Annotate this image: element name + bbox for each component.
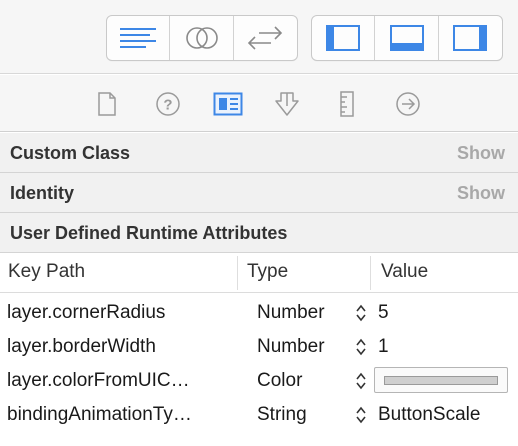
tab-file-inspector[interactable] [91, 89, 123, 119]
value-cell[interactable]: ButtonScale [378, 398, 513, 432]
svg-text:?: ? [163, 97, 172, 114]
assistant-editor-button[interactable] [170, 16, 234, 60]
version-editor-button[interactable] [234, 16, 297, 60]
type-cell: Number [257, 336, 325, 357]
right-panel-icon [453, 25, 488, 51]
type-cell: Number [257, 302, 325, 323]
section-title: User Defined Runtime Attributes [10, 223, 288, 243]
quick-help-icon: ? [156, 92, 180, 116]
color-swatch [384, 376, 498, 385]
column-divider[interactable] [237, 256, 238, 290]
type-cell: Color [257, 370, 303, 391]
table-row[interactable]: bindingAnimationTy… String ButtonScale [0, 398, 518, 432]
key-path-cell[interactable]: layer.colorFromUIC… [7, 364, 239, 398]
type-popup-chevrons-icon[interactable] [354, 405, 368, 425]
file-inspector-icon [98, 92, 116, 116]
panel-visibility-segmented-control [311, 15, 503, 61]
inspector-tab-bar: ? [0, 75, 518, 132]
value-cell[interactable]: 1 [378, 330, 513, 364]
bottom-panel-icon [389, 25, 424, 51]
show-button[interactable]: Show [457, 133, 505, 173]
column-header-value[interactable]: Value [381, 253, 428, 293]
editor-toolbar [0, 0, 518, 74]
size-inspector-icon [340, 91, 354, 117]
connections-inspector-icon [396, 92, 420, 116]
tab-connections-inspector[interactable] [392, 89, 424, 119]
key-path-cell[interactable]: layer.cornerRadius [7, 296, 239, 330]
swap-arrows-icon [248, 26, 283, 50]
runtime-attributes-table-header: Key Path Type Value [0, 253, 518, 293]
overlapping-circles-icon [185, 27, 218, 49]
table-row[interactable]: layer.colorFromUIC… Color [0, 364, 518, 398]
tab-identity-inspector[interactable] [212, 89, 244, 119]
column-header-key-path[interactable]: Key Path [8, 253, 85, 293]
toggle-navigator-button[interactable] [312, 16, 376, 60]
tab-quick-help[interactable]: ? [152, 89, 184, 119]
align-left-lines-icon [120, 28, 157, 48]
identity-section-header[interactable]: Identity Show [0, 173, 518, 213]
left-panel-icon [326, 25, 361, 51]
table-row[interactable]: layer.borderWidth Number 1 [0, 330, 518, 364]
section-title: Identity [10, 183, 75, 203]
runtime-attributes-section-header: User Defined Runtime Attributes [0, 213, 518, 253]
section-title: Custom Class [10, 143, 131, 163]
column-divider[interactable] [370, 256, 371, 290]
custom-class-section-header[interactable]: Custom Class Show [0, 133, 518, 173]
toggle-debug-area-button[interactable] [375, 16, 439, 60]
value-cell[interactable]: 5 [378, 296, 513, 330]
type-popup-chevrons-icon[interactable] [354, 303, 368, 323]
tab-attributes-inspector[interactable] [271, 89, 303, 119]
identity-inspector-icon [213, 92, 243, 116]
type-popup-chevrons-icon[interactable] [354, 337, 368, 357]
column-header-type[interactable]: Type [247, 253, 288, 293]
key-path-cell[interactable]: layer.borderWidth [7, 330, 239, 364]
key-path-cell[interactable]: bindingAnimationTy… [7, 398, 239, 432]
attributes-inspector-icon [275, 92, 299, 116]
tab-size-inspector[interactable] [331, 89, 363, 119]
color-well[interactable] [374, 367, 508, 393]
toggle-utilities-button[interactable] [439, 16, 502, 60]
show-button[interactable]: Show [457, 173, 505, 213]
type-popup-chevrons-icon[interactable] [354, 371, 368, 391]
type-cell: String [257, 404, 307, 425]
standard-editor-button[interactable] [107, 16, 171, 60]
editor-mode-segmented-control [106, 15, 298, 61]
table-row[interactable]: layer.cornerRadius Number 5 [0, 296, 518, 330]
